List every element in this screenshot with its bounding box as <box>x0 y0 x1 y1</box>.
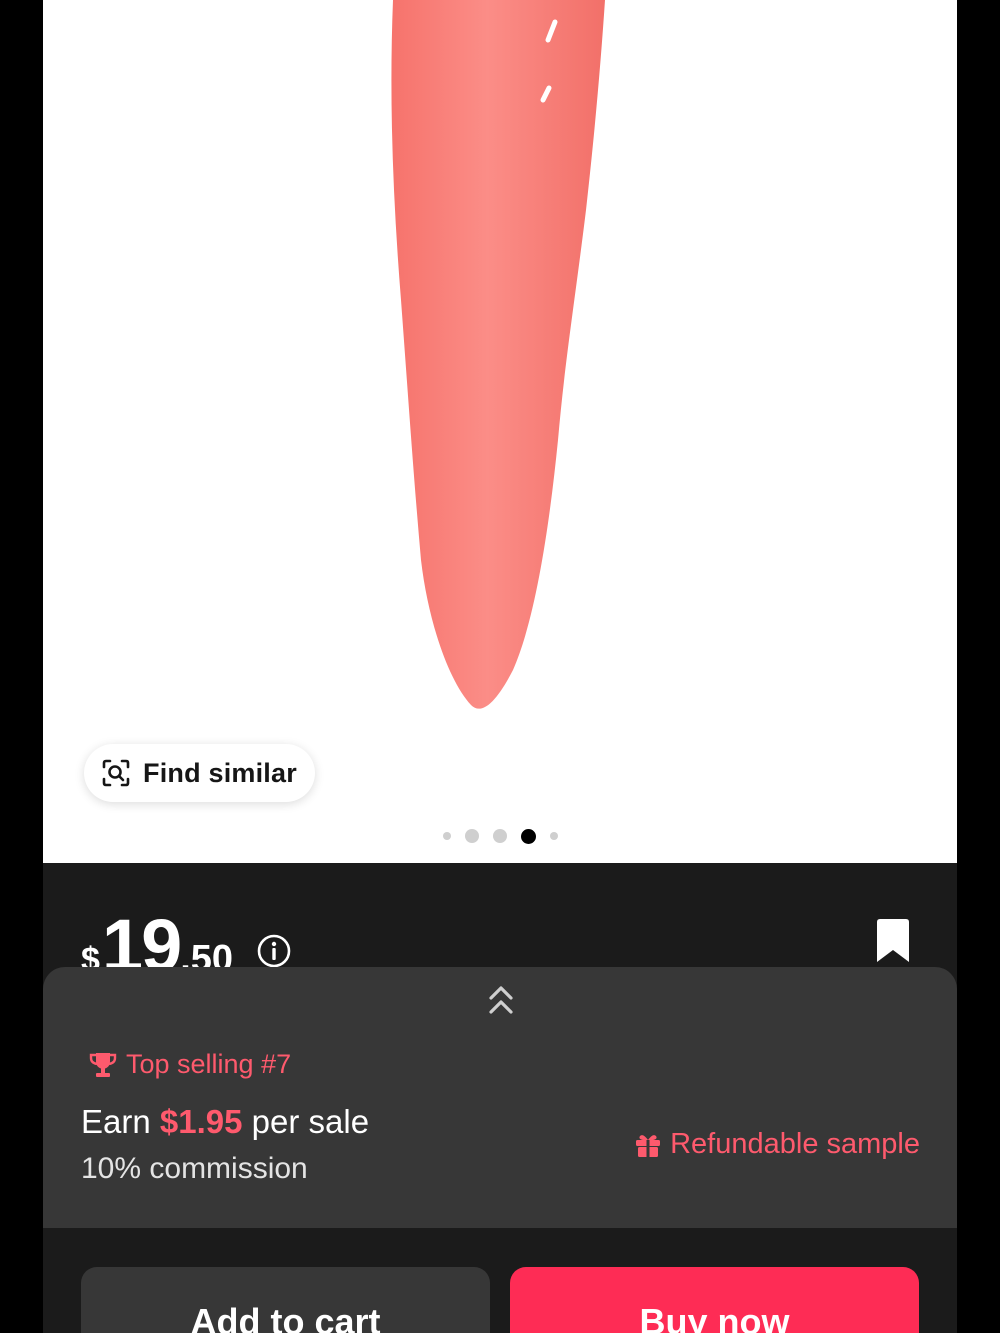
product-screen: Find similar $ 19 .50 Top selling #7 Ear… <box>43 0 957 1333</box>
buy-now-label: Buy now <box>639 1301 790 1333</box>
pagination-dot-active[interactable] <box>520 828 536 844</box>
double-chevron-up-icon[interactable] <box>486 983 516 1017</box>
affiliate-info-drawer[interactable]: Top selling #7 Earn $1.95 per sale 10% c… <box>43 967 957 1228</box>
earn-amount: $1.95 <box>159 1103 243 1140</box>
add-to-cart-button[interactable]: Add to cart <box>81 1267 490 1333</box>
gift-icon <box>636 1134 661 1157</box>
refundable-sample-link[interactable]: Refundable sample <box>634 1128 920 1161</box>
earn-per-sale: Earn $1.95 per sale <box>81 1103 369 1141</box>
top-selling-badge[interactable]: Top selling #7 <box>88 1049 291 1080</box>
gallery-pagination-dots <box>43 826 957 846</box>
find-similar-label: Find similar <box>143 757 297 788</box>
pagination-dot[interactable] <box>442 832 451 840</box>
pagination-dot[interactable] <box>549 832 558 840</box>
earn-prefix: Earn <box>81 1103 151 1140</box>
bookmark-icon[interactable] <box>873 917 913 965</box>
pagination-dot[interactable] <box>492 829 507 843</box>
pagination-dot[interactable] <box>464 829 479 843</box>
find-similar-button[interactable]: Find similar <box>84 744 315 802</box>
buy-now-button[interactable]: Buy now <box>510 1267 919 1333</box>
add-to-cart-label: Add to cart <box>190 1301 381 1333</box>
commission-rate: 10% commission <box>81 1152 308 1185</box>
product-image <box>391 0 605 709</box>
price-row: $ 19 .50 <box>43 863 957 987</box>
image-search-icon <box>102 759 130 787</box>
purchase-actions-bar: Add to cart Buy now <box>43 1228 957 1333</box>
top-selling-label: Top selling #7 <box>126 1049 292 1079</box>
refundable-sample-label: Refundable sample <box>670 1128 920 1160</box>
trophy-icon <box>89 1052 117 1077</box>
product-image-gallery[interactable]: Find similar <box>43 0 957 863</box>
info-icon[interactable] <box>256 933 292 969</box>
earn-suffix: per sale <box>251 1103 370 1140</box>
